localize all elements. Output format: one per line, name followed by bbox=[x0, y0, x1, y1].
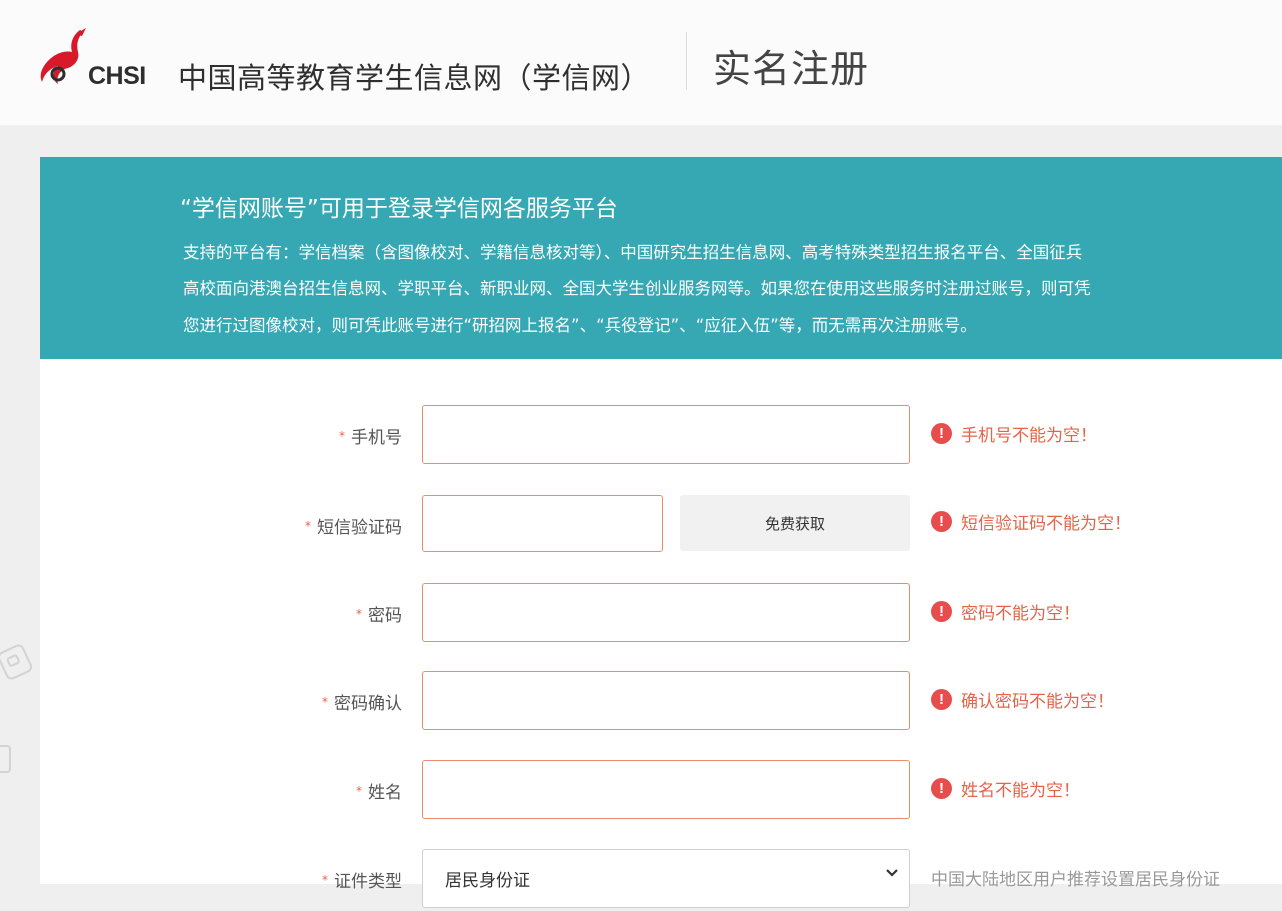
sms-label: * 短信验证码 bbox=[305, 513, 402, 538]
name-error: ! 姓名不能为空！ bbox=[931, 776, 1080, 801]
password-row: * 密码 ! 密码不能为空！ bbox=[40, 583, 1282, 645]
password-confirm-label-text: 密码确认 bbox=[334, 694, 402, 714]
header: CHSI 中国高等教育学生信息网（学信网） 实名注册 bbox=[0, 0, 1282, 125]
required-mark: * bbox=[356, 784, 362, 798]
name-label: * 姓名 bbox=[356, 778, 402, 803]
logo-text: CHSI bbox=[88, 62, 146, 90]
password-confirm-error-text: 确认密码不能为空！ bbox=[961, 692, 1114, 712]
name-label-text: 姓名 bbox=[368, 783, 402, 803]
required-mark: * bbox=[322, 695, 328, 709]
id-type-label-text: 证件类型 bbox=[334, 872, 402, 892]
exclamation-circle-icon: ! bbox=[931, 511, 952, 532]
exclamation-circle-icon: ! bbox=[931, 601, 952, 622]
phone-error-text: 手机号不能为空！ bbox=[961, 426, 1097, 446]
id-type-hint: 中国大陆地区用户推荐设置居民身份证 bbox=[931, 870, 1220, 890]
header-divider bbox=[686, 32, 687, 90]
phone-error: ! 手机号不能为空！ bbox=[931, 421, 1097, 446]
password-error: ! 密码不能为空！ bbox=[931, 599, 1080, 624]
sms-label-text: 短信验证码 bbox=[317, 518, 402, 538]
exclamation-circle-icon: ! bbox=[931, 423, 952, 444]
banner-text-line-2: 高校面向港澳台招生信息网、学职平台、新职业网、全国大学生创业服务网等。如果您在使… bbox=[183, 279, 1091, 298]
id-type-select[interactable]: 居民身份证 bbox=[422, 849, 910, 908]
exclamation-circle-icon: ! bbox=[931, 689, 952, 710]
required-mark: * bbox=[322, 873, 328, 887]
banner-text-line-1: 支持的平台有：学信档案（含图像校对、学籍信息核对等）、中国研究生招生信息网、高考… bbox=[183, 243, 1083, 262]
password-confirm-input[interactable] bbox=[422, 671, 910, 730]
password-label-text: 密码 bbox=[368, 606, 402, 626]
phone-label-text: 手机号 bbox=[351, 428, 402, 448]
info-banner: “学信网账号”可用于登录学信网各服务平台 支持的平台有：学信档案（含图像校对、学… bbox=[40, 157, 1282, 359]
sms-error-text: 短信验证码不能为空！ bbox=[961, 514, 1131, 534]
name-error-text: 姓名不能为空！ bbox=[961, 781, 1080, 801]
site-name: 中国高等教育学生信息网（学信网） bbox=[178, 61, 651, 95]
password-confirm-error: ! 确认密码不能为空！ bbox=[931, 687, 1114, 712]
phone-label: * 手机号 bbox=[339, 423, 402, 448]
sms-code-input[interactable] bbox=[422, 495, 663, 552]
banner-text-line-3: 您进行过图像校对，则可凭此账号进行“研招网上报名”、“兵役登记”、“应征入伍”等… bbox=[183, 316, 977, 335]
password-confirm-label: * 密码确认 bbox=[322, 689, 402, 714]
name-input[interactable] bbox=[422, 760, 910, 819]
exclamation-circle-icon: ! bbox=[931, 778, 952, 799]
id-type-selected-value: 居民身份证 bbox=[445, 871, 530, 891]
chsi-bird-icon bbox=[40, 28, 86, 84]
card-illustration-icon bbox=[0, 745, 11, 773]
password-label: * 密码 bbox=[356, 601, 402, 626]
chevron-down-icon bbox=[886, 869, 898, 877]
password-confirm-row: * 密码确认 ! 确认密码不能为空！ bbox=[40, 671, 1282, 733]
chsi-logo[interactable]: CHSI bbox=[36, 26, 156, 96]
required-mark: * bbox=[356, 607, 362, 621]
page-title: 实名注册 bbox=[713, 47, 870, 91]
password-input[interactable] bbox=[422, 583, 910, 642]
get-sms-code-button[interactable]: 免费获取 bbox=[680, 495, 910, 551]
phone-input[interactable] bbox=[422, 405, 910, 464]
phone-row: * 手机号 ! 手机号不能为空！ bbox=[40, 405, 1282, 467]
phone-illustration-icon bbox=[0, 644, 33, 680]
password-error-text: 密码不能为空！ bbox=[961, 604, 1080, 624]
sms-row: * 短信验证码 免费获取 ! 短信验证码不能为空！ bbox=[40, 495, 1282, 557]
name-row: * 姓名 ! 姓名不能为空！ bbox=[40, 760, 1282, 822]
sms-error: ! 短信验证码不能为空！ bbox=[931, 509, 1131, 534]
register-card: “学信网账号”可用于登录学信网各服务平台 支持的平台有：学信档案（含图像校对、学… bbox=[40, 157, 1282, 908]
id-type-label: * 证件类型 bbox=[322, 867, 402, 892]
required-mark: * bbox=[339, 429, 345, 443]
required-mark: * bbox=[305, 519, 311, 533]
id-type-row: * 证件类型 居民身份证 中国大陆地区用户推荐设置居民身份证 bbox=[40, 849, 1282, 911]
banner-title: “学信网账号”可用于登录学信网各服务平台 bbox=[180, 196, 618, 222]
